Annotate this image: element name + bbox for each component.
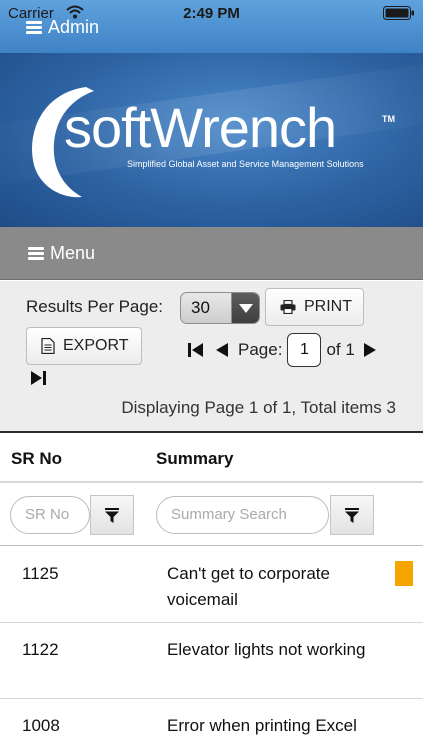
summary-filter-button[interactable] [330, 495, 374, 535]
table-header: SR No Summary [0, 435, 423, 483]
logo-text: softWrench [64, 96, 337, 159]
sr-no-cell: 1122 [22, 640, 59, 659]
priority-flag [395, 561, 413, 586]
column-header-summary[interactable]: Summary [156, 449, 233, 469]
printer-icon [280, 300, 296, 314]
last-page-icon[interactable] [30, 371, 46, 385]
results-per-page-value: 30 [191, 298, 210, 317]
column-header-sr-no[interactable]: SR No [11, 449, 62, 469]
admin-label: Admin [48, 16, 100, 37]
sr-no-filter-input[interactable]: SR No [10, 496, 90, 534]
sr-no-filter-button[interactable] [90, 495, 134, 535]
brand-banner: softWrench TM Simplified Global Asset an… [0, 53, 423, 227]
table-row[interactable]: 1008 Error when printing Excel [0, 699, 423, 750]
menu-bar: Menu [0, 227, 423, 280]
list-controls-panel: Results Per Page: 30 PRINT EXPORT Page: … [0, 281, 423, 433]
page-total-label: of 1 [326, 340, 355, 359]
table-row[interactable]: 1125 Can't get to corporate voicemail [0, 547, 423, 623]
filter-icon [345, 507, 359, 523]
sr-no-cell: 1008 [22, 716, 60, 735]
page-number-input[interactable]: 1 [287, 333, 322, 367]
results-per-page-select[interactable]: 30 [180, 292, 260, 324]
menu-button[interactable]: Menu [28, 243, 95, 264]
filter-icon [105, 507, 119, 523]
pagination-summary: Displaying Page 1 of 1, Total items 3 [121, 398, 396, 417]
print-button[interactable]: PRINT [265, 288, 364, 326]
print-label: PRINT [304, 298, 352, 315]
menu-label: Menu [50, 243, 96, 263]
next-page-icon[interactable] [363, 343, 377, 357]
hamburger-icon [26, 20, 42, 34]
trademark-mark: TM [382, 114, 395, 124]
results-per-page-label: Results Per Page: [26, 297, 164, 316]
summary-filter-input[interactable]: Summary Search [156, 496, 329, 534]
previous-page-icon[interactable] [214, 343, 230, 357]
summary-cell: Can't get to corporate voicemail [167, 564, 330, 609]
export-button[interactable]: EXPORT [26, 327, 142, 365]
document-icon [41, 338, 55, 354]
export-label: EXPORT [63, 337, 129, 354]
top-bar: Carrier 2:49 PM Admin [0, 0, 423, 53]
summary-cell: Error when printing Excel [167, 716, 357, 735]
table-row[interactable]: 1122 Elevator lights not working [0, 623, 423, 699]
first-page-icon[interactable] [188, 343, 204, 357]
hamburger-icon [28, 247, 44, 260]
admin-menu-button[interactable]: Admin [26, 16, 99, 38]
dropdown-arrow-icon [231, 293, 259, 323]
summary-cell: Elevator lights not working [167, 640, 366, 659]
pager: Page: 1 of 1 [188, 333, 377, 367]
sr-no-cell: 1125 [22, 564, 59, 583]
page-label: Page: [238, 340, 283, 359]
filter-row: SR No Summary Search [0, 484, 423, 546]
battery-icon [383, 6, 414, 20]
logo-tagline: Simplified Global Asset and Service Mana… [127, 159, 364, 169]
